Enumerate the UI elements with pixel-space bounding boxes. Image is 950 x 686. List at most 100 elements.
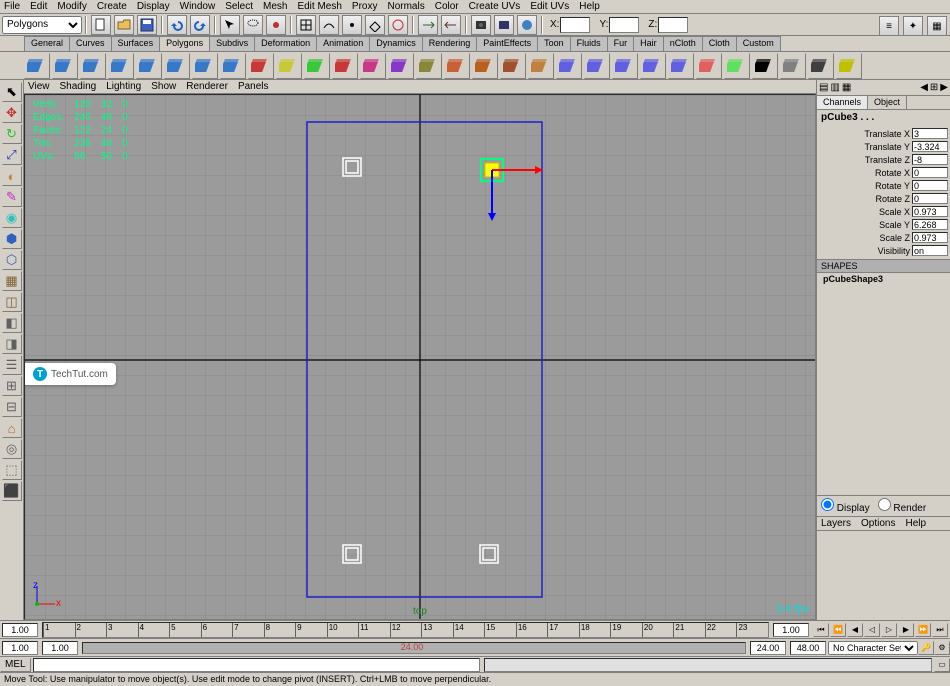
toolbox-item-9[interactable]: ▦ [2, 271, 22, 291]
menu-file[interactable]: File [4, 1, 20, 12]
shelf-item-15[interactable] [444, 53, 470, 79]
shelf-item-17[interactable] [500, 53, 526, 79]
playback-end[interactable] [750, 641, 786, 655]
panel-panels[interactable]: Panels [238, 81, 269, 92]
channels-tab[interactable]: Channels [817, 96, 868, 109]
shelf-item-24[interactable] [696, 53, 722, 79]
render-frame-icon[interactable] [471, 15, 491, 35]
shelf-tab-fur[interactable]: Fur [607, 36, 635, 51]
snap-live-icon[interactable] [388, 15, 408, 35]
shelf-item-25[interactable] [724, 53, 750, 79]
time-ruler[interactable]: 123456789101112131415161718192021222324 [42, 622, 769, 638]
shelf-item-9[interactable] [276, 53, 302, 79]
shelf-tab-dynamics[interactable]: Dynamics [369, 36, 423, 51]
play-back-icon[interactable]: ◁ [864, 623, 880, 637]
channels-icon4[interactable]: ◀ [920, 82, 928, 93]
toolbox-item-13[interactable]: ☰ [2, 355, 22, 375]
menu-help[interactable]: Help [579, 1, 600, 12]
shelf-tab-animation[interactable]: Animation [316, 36, 370, 51]
toolbox-item-7[interactable]: ⬢ [2, 229, 22, 249]
module-dropdown[interactable]: Polygons [2, 16, 82, 34]
shelf-item-28[interactable] [808, 53, 834, 79]
shelf-item-8[interactable] [248, 53, 274, 79]
menu-window[interactable]: Window [180, 1, 216, 12]
shelf-tab-surfaces[interactable]: Surfaces [111, 36, 161, 51]
toolbox-item-16[interactable]: ⌂ [2, 418, 22, 438]
shelf-item-4[interactable] [136, 53, 162, 79]
toolbox-item-5[interactable]: ✎ [2, 187, 22, 207]
shelf-item-6[interactable] [192, 53, 218, 79]
menu-edit-uvs[interactable]: Edit UVs [530, 1, 569, 12]
show-tool-icon[interactable]: ✦ [903, 16, 923, 36]
toolbox-item-17[interactable]: ◎ [2, 439, 22, 459]
snap-grid-icon[interactable] [296, 15, 316, 35]
shelf-item-27[interactable] [780, 53, 806, 79]
panel-view[interactable]: View [28, 81, 50, 92]
shelf-item-26[interactable] [752, 53, 778, 79]
toolbox-item-10[interactable]: ◫ [2, 292, 22, 312]
layers-menu-layers[interactable]: Layers [821, 518, 851, 529]
layers-menu-help[interactable]: Help [905, 518, 926, 529]
shelf-item-21[interactable] [612, 53, 638, 79]
channels-icon6[interactable]: ▶ [940, 82, 948, 93]
snap-plane-icon[interactable] [365, 15, 385, 35]
shelf-item-22[interactable] [640, 53, 666, 79]
shelf-item-29[interactable] [836, 53, 862, 79]
panel-show[interactable]: Show [151, 81, 176, 92]
toolbox-item-6[interactable]: ◉ [2, 208, 22, 228]
history-off-icon[interactable] [441, 15, 461, 35]
toolbox-item-4[interactable]: ◐ [2, 166, 22, 186]
shelf-item-13[interactable] [388, 53, 414, 79]
step-back-key-icon[interactable]: ⏪ [830, 623, 846, 637]
attr-input-6[interactable] [912, 206, 948, 217]
playback-start[interactable] [42, 641, 78, 655]
toolbox-item-14[interactable]: ⊞ [2, 376, 22, 396]
ipr-render-icon[interactable] [494, 15, 514, 35]
channels-icon2[interactable]: ▥ [830, 82, 839, 93]
open-scene-icon[interactable] [114, 15, 134, 35]
menu-modify[interactable]: Modify [57, 1, 86, 12]
undo-icon[interactable] [167, 15, 187, 35]
toolbox-item-18[interactable]: ⬚ [2, 460, 22, 480]
coord-y-input[interactable] [609, 17, 639, 33]
anim-end[interactable] [790, 641, 826, 655]
show-attribute-icon[interactable]: ≡ [879, 16, 899, 36]
toolbox-item-19[interactable]: ⬛ [2, 481, 22, 501]
play-fwd-icon[interactable]: ▷ [881, 623, 897, 637]
script-editor-icon[interactable]: ▭ [934, 658, 950, 672]
save-scene-icon[interactable] [137, 15, 157, 35]
shelf-item-2[interactable] [80, 53, 106, 79]
step-fwd-icon[interactable]: ▶ [898, 623, 914, 637]
toolbox-item-1[interactable]: ✥ [2, 103, 22, 123]
range-slider[interactable]: 24.00 [82, 642, 746, 654]
shelf-item-23[interactable] [668, 53, 694, 79]
shelf-tab-painteffects[interactable]: PaintEffects [476, 36, 538, 51]
select-tool-icon[interactable] [220, 15, 240, 35]
menu-color[interactable]: Color [435, 1, 459, 12]
go-end-icon[interactable]: ⏭ [932, 623, 948, 637]
layers-menu-options[interactable]: Options [861, 518, 895, 529]
render-radio[interactable]: Render [878, 498, 927, 514]
shelf-tab-toon[interactable]: Toon [537, 36, 571, 51]
character-set-dropdown[interactable]: No Character Set [828, 641, 918, 655]
snap-point-icon[interactable] [342, 15, 362, 35]
step-fwd-key-icon[interactable]: ⏩ [915, 623, 931, 637]
attr-input-8[interactable] [912, 232, 948, 243]
new-scene-icon[interactable] [91, 15, 111, 35]
attr-input-9[interactable] [912, 245, 948, 256]
shelf-item-16[interactable] [472, 53, 498, 79]
attr-input-4[interactable] [912, 180, 948, 191]
menu-edit-mesh[interactable]: Edit Mesh [297, 1, 341, 12]
toolbox-item-8[interactable]: ⬡ [2, 250, 22, 270]
shelf-tab-polygons[interactable]: Polygons [159, 36, 210, 51]
attr-input-2[interactable] [912, 154, 948, 165]
object-tab[interactable]: Object [868, 96, 907, 109]
time-start[interactable] [2, 623, 38, 637]
lasso-tool-icon[interactable] [243, 15, 263, 35]
command-input[interactable] [33, 658, 481, 672]
display-radio[interactable]: Display [821, 498, 870, 514]
shelf-tab-ncloth[interactable]: nCloth [663, 36, 703, 51]
show-channel-icon[interactable]: ▦ [927, 16, 947, 36]
channels-icon[interactable]: ▤ [819, 82, 828, 93]
attr-input-7[interactable] [912, 219, 948, 230]
